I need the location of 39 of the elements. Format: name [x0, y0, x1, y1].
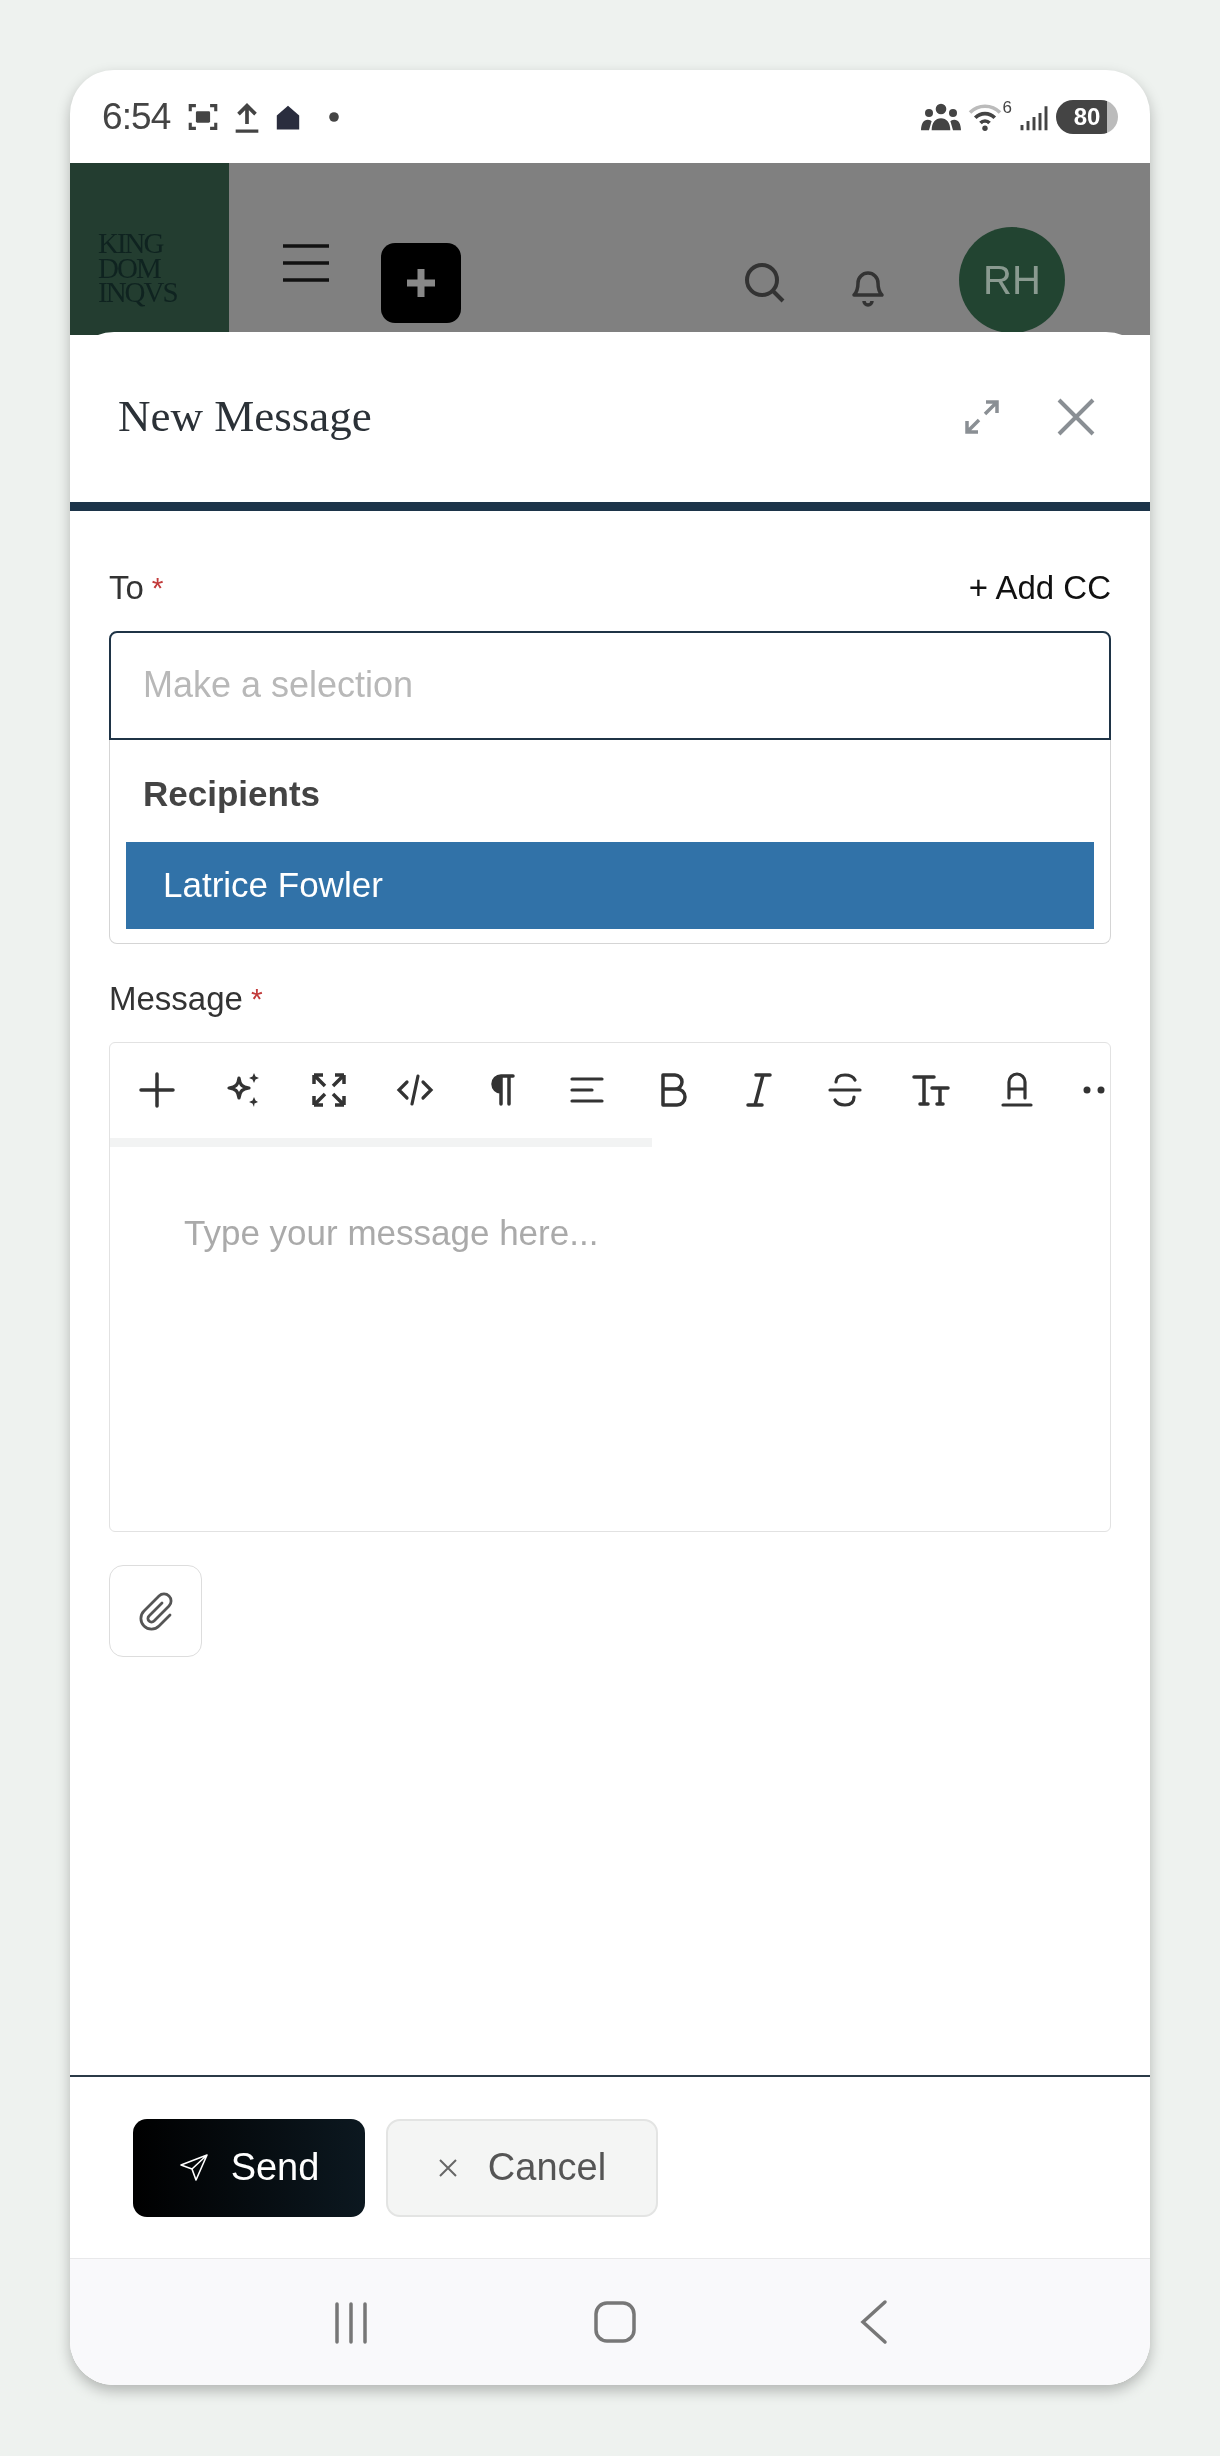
battery-indicator: 80 [1056, 99, 1118, 134]
menu-button[interactable] [281, 243, 331, 283]
field-label: To [109, 568, 144, 608]
menu-icon [281, 243, 331, 283]
search-button[interactable] [743, 261, 787, 305]
fullscreen-icon [309, 1070, 349, 1110]
recipient-field[interactable]: Make a selection [109, 630, 1111, 740]
attach-button[interactable] [109, 1564, 202, 1657]
plus-button[interactable] [137, 1070, 177, 1110]
dot-icon [328, 110, 341, 123]
cancel-button[interactable]: Cancel [386, 2118, 658, 2217]
wifi-icon [966, 101, 1003, 132]
add-button[interactable] [381, 243, 461, 323]
close-icon [1056, 397, 1096, 437]
required-marker: * [250, 981, 263, 1018]
home-icon [593, 2300, 637, 2344]
send-button[interactable]: Send [133, 2118, 365, 2217]
back-button[interactable] [859, 2299, 889, 2345]
close-button[interactable] [1056, 397, 1096, 437]
close-icon [437, 2157, 458, 2178]
home-button[interactable] [593, 2300, 637, 2344]
toolbar-scrollbar[interactable] [110, 1137, 652, 1147]
required-marker: * [151, 570, 164, 607]
back-icon [859, 2299, 889, 2345]
plus-icon [137, 1070, 177, 1110]
dropdown-group-label: Recipients [142, 772, 321, 815]
fullscreen-button[interactable] [309, 1070, 349, 1110]
search-icon [743, 261, 787, 305]
wifi-band-label: 6 [1002, 96, 1012, 119]
recipient-option[interactable]: Latrice Fowler [126, 842, 1094, 929]
dialog-title: New Message [118, 390, 372, 444]
message-placeholder: Type your message here... [183, 1211, 600, 1254]
expand-icon [962, 397, 1002, 437]
status-time: 6:54 [102, 94, 171, 139]
field-label: Message [109, 979, 243, 1019]
expand-button[interactable] [962, 397, 1002, 437]
user-avatar[interactable]: RH [959, 227, 1065, 333]
add-cc-link[interactable]: + Add CC [968, 563, 1111, 613]
send-icon [178, 2152, 209, 2183]
